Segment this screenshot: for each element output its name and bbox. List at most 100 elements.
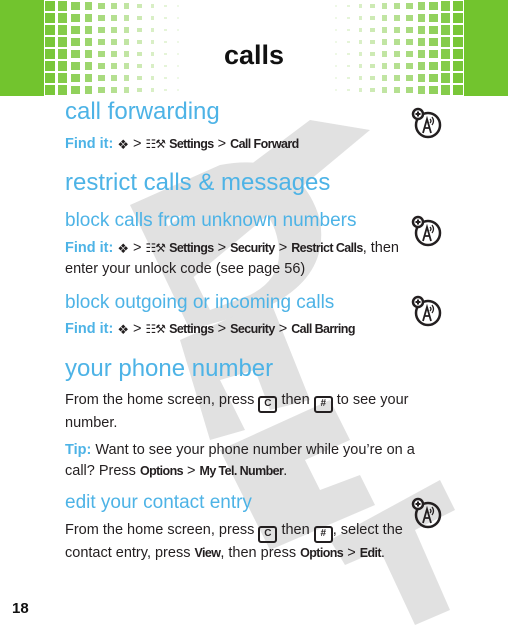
- header-pattern-square: [394, 75, 400, 81]
- header-pattern-square: [58, 85, 68, 95]
- header-pattern-square: [405, 74, 413, 82]
- menu-settings: Settings: [169, 137, 214, 151]
- header-pattern-square: [346, 88, 350, 92]
- header-pattern-square: [382, 87, 388, 93]
- header-pattern-square: [45, 73, 55, 83]
- header-pattern-square: [429, 85, 438, 95]
- path-separator: >: [278, 240, 288, 256]
- menu-options: Options: [139, 464, 184, 478]
- header-pattern-square: [382, 27, 388, 33]
- header-pattern-square: [358, 88, 363, 92]
- header-pattern-square: [124, 3, 130, 9]
- hash-key-icon: #: [313, 526, 333, 543]
- network-feature-icon: [411, 215, 442, 247]
- header-pattern-square: [111, 15, 117, 21]
- header-pattern-square: [358, 16, 363, 20]
- header-pattern-square: [405, 14, 413, 22]
- header-pattern-square: [177, 77, 179, 79]
- text: .: [380, 545, 385, 561]
- header-pattern-square: [124, 15, 130, 21]
- header-pattern-square: [97, 26, 105, 34]
- header-pattern-square: [346, 4, 350, 8]
- send-key-icon: C: [258, 526, 278, 543]
- header-pattern-square: [453, 73, 463, 83]
- section-heading-restrict: restrict calls & messages: [65, 169, 331, 196]
- subheading-block-outgoing: block outgoing or incoming calls: [65, 292, 335, 313]
- find-it-block-outgoing: Find it: ❖ > ☷⚒ Settings > Security > Ca…: [65, 319, 410, 340]
- header-pattern-square: [177, 29, 179, 31]
- header-pattern-square: [58, 13, 68, 23]
- header-pattern-square: [441, 1, 451, 11]
- header-pattern-square: [405, 2, 413, 10]
- header-pattern-square: [453, 85, 463, 95]
- hash-key-icon: #: [313, 396, 333, 413]
- edit-contact-instructions: From the home screen, press C then #, se…: [65, 520, 410, 564]
- find-it-label: Find it:: [65, 136, 114, 152]
- header-pattern-square: [417, 26, 426, 34]
- header-pattern-square: [71, 13, 80, 23]
- header-pattern-square: [335, 89, 337, 91]
- header-pattern-square: [429, 1, 438, 11]
- header-pattern-square: [346, 16, 350, 20]
- header-pattern-square: [84, 14, 93, 22]
- text: , then press: [220, 545, 297, 561]
- menu-call-forward: Call Forward: [230, 137, 299, 151]
- send-key-icon: C: [258, 396, 278, 413]
- text: then: [281, 392, 310, 408]
- header-pattern-square: [163, 16, 167, 20]
- header-pattern-square: [137, 87, 142, 93]
- header-pattern-square: [97, 74, 105, 82]
- header-pattern-square: [150, 76, 155, 80]
- menu-call-barring: Call Barring: [291, 322, 355, 336]
- page-title: calls: [223, 40, 285, 70]
- path-separator: >: [133, 240, 142, 256]
- header-pattern-square: [71, 25, 80, 35]
- find-it-label: Find it:: [65, 321, 114, 337]
- header-pattern-square: [137, 15, 142, 21]
- header-pattern-square: [97, 2, 105, 10]
- text: .: [283, 463, 288, 479]
- header-pattern-square: [453, 25, 463, 35]
- header-pattern-square: [417, 86, 426, 94]
- header-pattern-square: [405, 86, 413, 94]
- header-pattern-square: [137, 27, 142, 33]
- header-pattern-square: [370, 27, 375, 33]
- header-pattern-square: [111, 87, 117, 93]
- header-pattern-square: [394, 87, 400, 93]
- section-heading-phone-number: your phone number: [65, 355, 274, 382]
- network-feature-icon: [411, 107, 442, 139]
- header-pattern-square: [441, 25, 451, 35]
- subheading-block-unknown: block calls from unknown numbers: [65, 210, 357, 231]
- phone-number-instructions: From the home screen, press C then # to …: [65, 390, 435, 434]
- settings-icon: ☷⚒: [145, 137, 166, 151]
- text: From the home screen, press: [65, 392, 255, 408]
- section-heading-call-forwarding: call forwarding: [65, 98, 220, 125]
- header-pattern-square: [177, 5, 179, 7]
- text: From the home screen, press: [65, 522, 255, 538]
- settings-icon: ☷⚒: [145, 322, 166, 336]
- path-separator: >: [217, 136, 227, 152]
- menu-my-tel-number: My Tel. Number: [199, 464, 284, 478]
- header-pattern-square: [453, 13, 463, 23]
- header-pattern-square: [163, 4, 167, 8]
- menu-view: View: [194, 546, 221, 560]
- settings-icon: ☷⚒: [145, 241, 166, 255]
- header-pattern-square: [429, 25, 438, 35]
- header-pattern-square: [382, 3, 388, 9]
- header-pattern-square: [45, 25, 55, 35]
- header-pattern-square: [358, 76, 363, 80]
- header-pattern-square: [58, 73, 68, 83]
- header-pattern-square: [370, 15, 375, 21]
- header-pattern-square: [382, 75, 388, 81]
- header-pattern-square: [111, 3, 117, 9]
- header-pattern-square: [382, 15, 388, 21]
- header-pattern-square: [97, 14, 105, 22]
- menu-edit: Edit: [359, 546, 382, 560]
- header-pattern-square: [84, 74, 93, 82]
- path-separator: >: [187, 463, 196, 479]
- nav-key-icon: ❖: [117, 322, 130, 337]
- menu-security: Security: [230, 241, 275, 255]
- header-pattern-square: [45, 1, 55, 11]
- header-pattern-square: [358, 28, 363, 32]
- header-pattern-square: [150, 4, 155, 8]
